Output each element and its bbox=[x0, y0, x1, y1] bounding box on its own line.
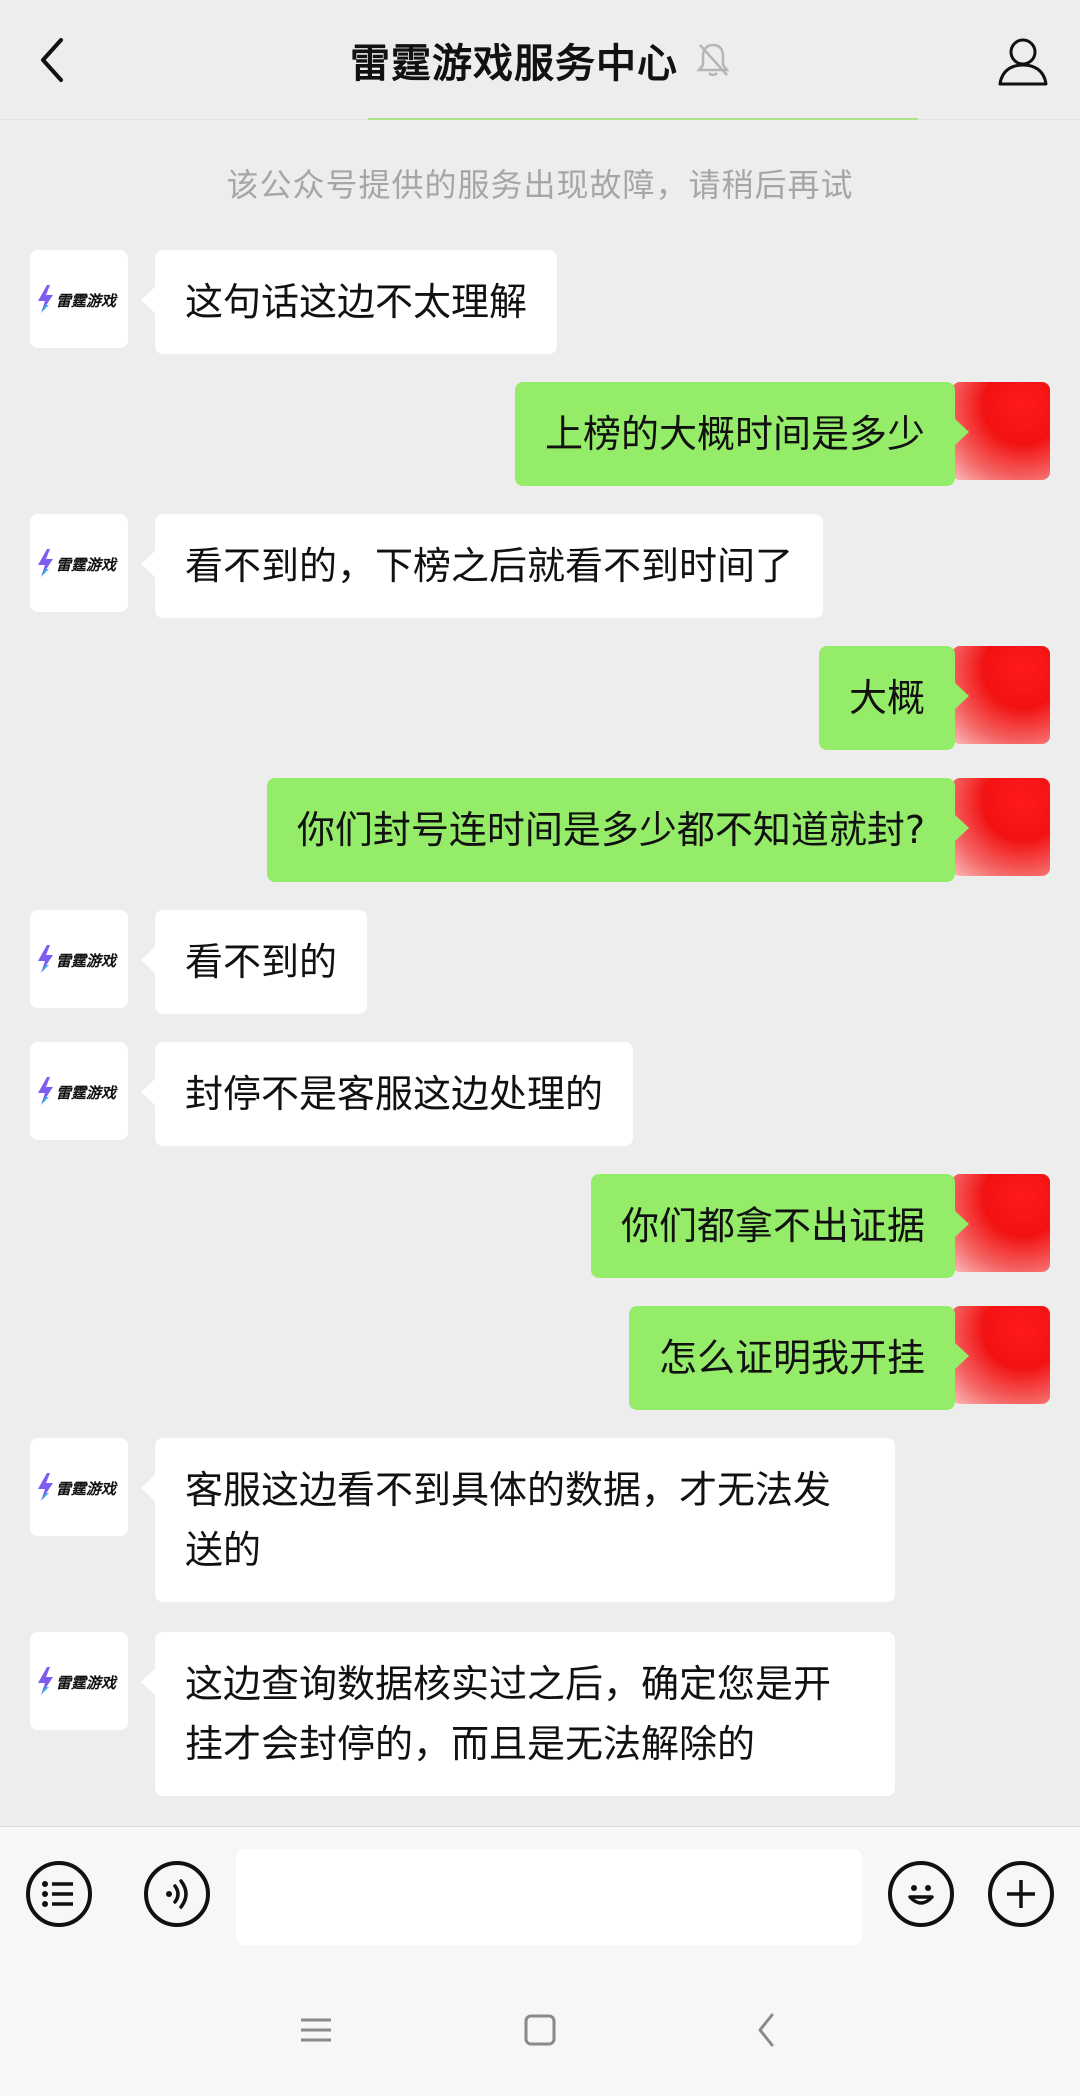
message-bubble[interactable]: 看不到的，下榜之后就看不到时间了 bbox=[140, 514, 824, 618]
service-error-notice: 该公众号提供的服务出现故障，请稍后再试 bbox=[226, 166, 854, 204]
svg-text:雷霆游戏: 雷霆游戏 bbox=[56, 952, 118, 970]
bell-muted-icon bbox=[696, 41, 730, 79]
bot-avatar[interactable]: 雷霆游戏 bbox=[30, 910, 128, 1008]
message-bubble[interactable]: 客服这边看不到具体的数据，才无法发送的 bbox=[141, 1438, 895, 1602]
svg-text:雷霆游戏: 雷霆游戏 bbox=[56, 556, 118, 574]
system-home-button[interactable] bbox=[510, 2000, 570, 2060]
menu-toggle-button[interactable] bbox=[26, 1861, 92, 1927]
bot-avatar[interactable]: 雷霆游戏 bbox=[30, 1438, 128, 1536]
list-icon bbox=[42, 1881, 73, 1907]
plus-icon bbox=[1007, 1880, 1035, 1908]
message-bubble[interactable]: 看不到的 bbox=[140, 910, 368, 1014]
message-bubble[interactable]: 你们封号连时间是多少都不知道就封? bbox=[266, 778, 970, 882]
svg-text:雷霆游戏: 雷霆游戏 bbox=[56, 1084, 118, 1102]
voice-icon bbox=[166, 1879, 188, 1909]
bot-avatar[interactable]: 雷霆游戏 bbox=[30, 1042, 128, 1140]
system-menu-button[interactable] bbox=[286, 2000, 346, 2060]
message-bubble[interactable]: 这边查询数据核实过之后，确定您是开挂才会封停的，而且是无法解除的 bbox=[141, 1632, 895, 1796]
message-bubble[interactable]: 这句话这边不太理解 bbox=[140, 250, 558, 354]
chat-title: 雷霆游戏服务中心 bbox=[350, 41, 678, 87]
system-nav-bar bbox=[0, 1964, 1080, 2096]
chat-input-bar bbox=[0, 1826, 1080, 1965]
svg-text:雷霆游戏: 雷霆游戏 bbox=[56, 292, 118, 310]
message-bubble[interactable]: 大概 bbox=[818, 646, 970, 750]
svg-text:雷霆游戏: 雷霆游戏 bbox=[56, 1674, 118, 1692]
message-bubble[interactable]: 封停不是客服这边处理的 bbox=[140, 1042, 634, 1146]
svg-text:雷霆游戏: 雷霆游戏 bbox=[56, 1480, 118, 1498]
menu-lines-icon bbox=[301, 2018, 331, 2042]
chevron-left-icon bbox=[758, 2013, 774, 2047]
smiley-icon bbox=[908, 1885, 934, 1905]
person-icon bbox=[998, 38, 1048, 86]
more-actions-button[interactable] bbox=[988, 1861, 1054, 1927]
system-back-button[interactable] bbox=[736, 2000, 796, 2060]
bot-avatar[interactable]: 雷霆游戏 bbox=[30, 514, 128, 612]
emoji-button[interactable] bbox=[888, 1861, 954, 1927]
message-bubble[interactable]: 怎么证明我开挂 bbox=[628, 1306, 970, 1410]
message-bubble[interactable]: 上榜的大概时间是多少 bbox=[514, 382, 970, 486]
loading-line bbox=[368, 118, 918, 120]
message-bubble[interactable]: 你们都拿不出证据 bbox=[590, 1174, 970, 1278]
bot-avatar[interactable]: 雷霆游戏 bbox=[30, 250, 128, 348]
bot-avatar[interactable]: 雷霆游戏 bbox=[30, 1632, 128, 1730]
chat-header: 雷霆游戏服务中心 bbox=[0, 0, 1080, 120]
profile-button[interactable] bbox=[988, 26, 1058, 96]
message-input[interactable] bbox=[236, 1849, 862, 1945]
voice-button[interactable] bbox=[144, 1861, 210, 1927]
square-home-icon bbox=[524, 2014, 556, 2046]
